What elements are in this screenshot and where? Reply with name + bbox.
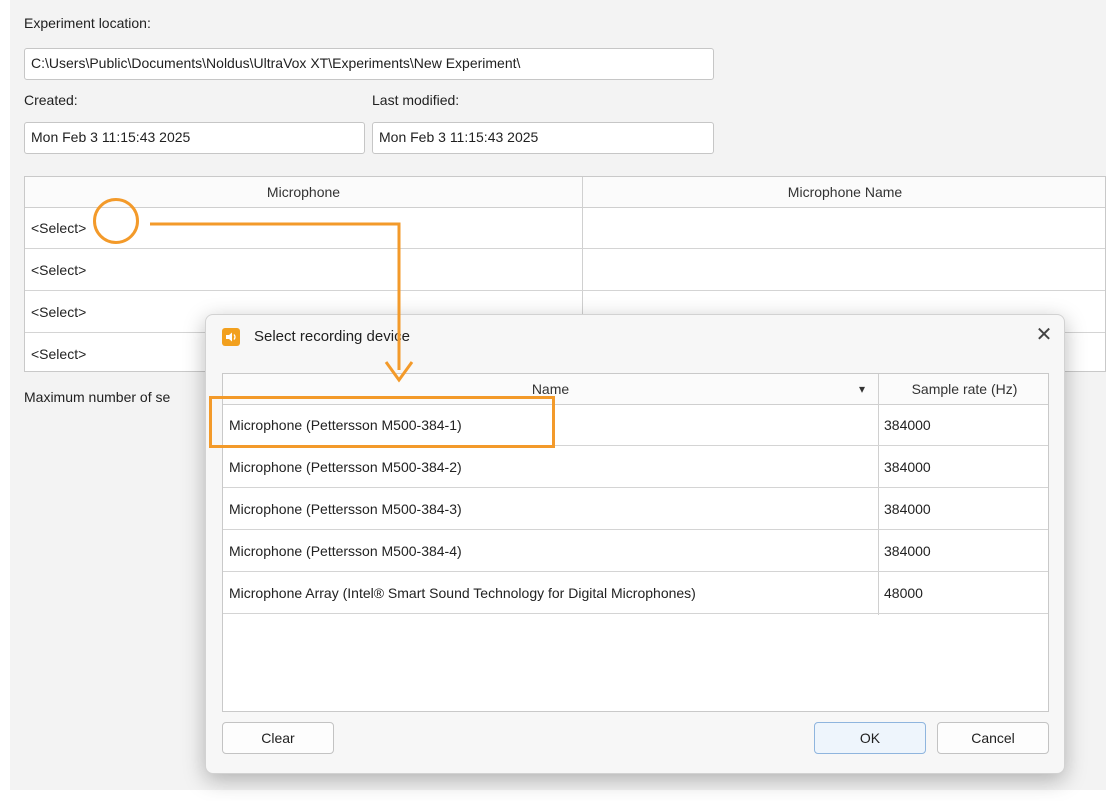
annotation-highlight-box <box>209 396 555 448</box>
